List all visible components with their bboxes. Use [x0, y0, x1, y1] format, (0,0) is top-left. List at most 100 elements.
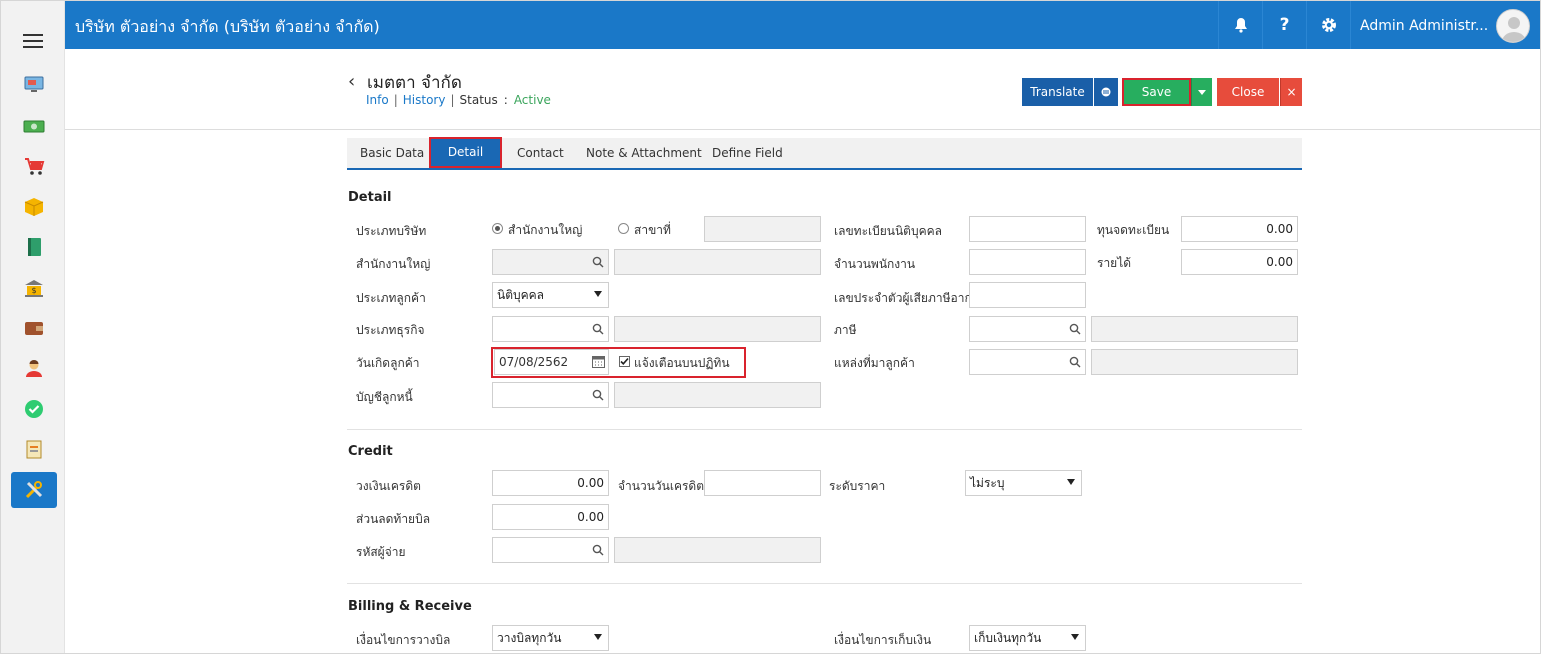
- help-button[interactable]: ?: [1262, 1, 1306, 49]
- save-dropdown-button[interactable]: [1191, 78, 1212, 106]
- caret-down-icon: [1198, 89, 1206, 95]
- search-icon[interactable]: [592, 323, 604, 335]
- customer-type-value: นิติบุคคล: [497, 288, 545, 302]
- status-colon: :: [503, 93, 508, 107]
- status-label: Status: [459, 93, 498, 107]
- price-level-select[interactable]: ไม่ระบุ: [965, 470, 1082, 496]
- sidebar-item-settings[interactable]: [11, 472, 57, 508]
- info-link[interactable]: Info: [366, 93, 389, 107]
- tax-input[interactable]: [969, 316, 1086, 342]
- save-button[interactable]: Save: [1122, 78, 1191, 106]
- tab-define-field[interactable]: Define Field: [712, 138, 783, 168]
- back-icon[interactable]: ‹: [348, 71, 355, 92]
- top-bar: บริษัท ตัวอย่าง จำกัด (บริษัท ตัวอย่าง จ…: [65, 1, 1540, 49]
- tab-note-attachment[interactable]: Note & Attachment: [586, 138, 702, 168]
- tab-bar: Basic Data Detail Contact Note & Attachm…: [347, 137, 1302, 170]
- business-type-label: ประเภทธุรกิจ: [356, 323, 425, 337]
- source-name-field: [1091, 349, 1298, 375]
- head-office-label: สำนักงานใหญ่: [356, 257, 431, 271]
- history-link[interactable]: History: [403, 93, 446, 107]
- globe-icon: [1101, 87, 1111, 97]
- head-office-radio-label: สำนักงานใหญ่: [508, 223, 583, 237]
- avatar[interactable]: [1496, 9, 1530, 43]
- dropdown-arrow-icon: [1067, 479, 1075, 485]
- billing-section-title: Billing & Receive: [348, 599, 472, 614]
- status-badge: Active: [513, 93, 551, 107]
- document-icon[interactable]: [23, 438, 45, 460]
- employees-input[interactable]: [969, 249, 1086, 275]
- price-level-label: ระดับราคา: [829, 479, 886, 493]
- tax-name-field: [1091, 316, 1298, 342]
- wallet-icon[interactable]: [23, 317, 45, 339]
- user-menu[interactable]: Admin Administr...: [1350, 1, 1540, 49]
- branch-radio[interactable]: [618, 223, 629, 234]
- capital-label: ทุนจดทะเบียน: [1097, 223, 1170, 237]
- credit-section-title: Credit: [348, 444, 393, 459]
- tab-basic-data[interactable]: Basic Data: [360, 138, 424, 168]
- page-meta: Info | History | Status: Active: [366, 93, 551, 107]
- search-icon[interactable]: [1069, 323, 1081, 335]
- birthday-input[interactable]: 07/08/2562: [494, 349, 609, 375]
- close-x-button[interactable]: ×: [1280, 78, 1302, 106]
- money-icon[interactable]: [23, 115, 45, 137]
- business-type-input[interactable]: [492, 316, 609, 342]
- bank-icon[interactable]: $: [23, 277, 45, 299]
- credit-days-input[interactable]: [704, 470, 821, 496]
- income-input[interactable]: 0.00: [1181, 249, 1298, 275]
- search-icon[interactable]: [592, 544, 604, 556]
- close-button[interactable]: Close: [1217, 78, 1279, 106]
- billing-cond-select[interactable]: วางบิลทุกวัน: [492, 625, 609, 651]
- divider: [347, 429, 1302, 430]
- calendar-notify-checkbox[interactable]: [619, 356, 630, 367]
- business-type-name-field: [614, 316, 821, 342]
- person-icon[interactable]: [23, 357, 45, 379]
- search-icon[interactable]: [1069, 356, 1081, 368]
- birthday-value: 07/08/2562: [499, 355, 569, 369]
- menu-toggle-icon[interactable]: [23, 34, 43, 48]
- notification-button[interactable]: [1218, 1, 1262, 49]
- detail-section-title: Detail: [348, 190, 392, 205]
- debtor-account-name-field: [614, 382, 821, 408]
- box-icon[interactable]: [23, 196, 45, 218]
- customer-type-select[interactable]: นิติบุคคล: [492, 282, 609, 308]
- translate-button[interactable]: Translate: [1022, 78, 1093, 106]
- tab-detail[interactable]: Detail: [429, 137, 502, 168]
- reg-no-input[interactable]: [969, 216, 1086, 242]
- book-icon[interactable]: [23, 236, 45, 258]
- source-input[interactable]: [969, 349, 1086, 375]
- dropdown-arrow-icon: [1071, 634, 1079, 640]
- language-dropdown-button[interactable]: [1094, 78, 1118, 106]
- tax-id-label: เลขประจำตัวผู้เสียภาษีอากร: [834, 291, 979, 305]
- left-sidebar: $: [1, 1, 65, 653]
- check-icon[interactable]: [23, 398, 45, 420]
- search-icon[interactable]: [592, 256, 604, 268]
- monitor-icon[interactable]: [23, 73, 45, 95]
- user-name: Admin Administr...: [1360, 18, 1489, 34]
- debtor-account-input[interactable]: [492, 382, 609, 408]
- head-office-radio[interactable]: [492, 223, 503, 234]
- user-avatar-icon: [1502, 17, 1526, 42]
- tools-icon: [25, 481, 43, 499]
- bell-icon: [1234, 18, 1247, 33]
- payer-code-input[interactable]: [492, 537, 609, 563]
- capital-input[interactable]: 0.00: [1181, 216, 1298, 242]
- branch-radio-label: สาขาที่: [634, 223, 671, 237]
- cart-icon[interactable]: [23, 155, 45, 177]
- tax-id-input[interactable]: [969, 282, 1086, 308]
- income-label: รายได้: [1097, 256, 1132, 270]
- close-label: Close: [1231, 85, 1265, 99]
- credit-limit-input[interactable]: 0.00: [492, 470, 609, 496]
- head-office-input: [492, 249, 609, 275]
- birthday-label: วันเกิดลูกค้า: [356, 356, 420, 370]
- tax-label: ภาษี: [834, 323, 857, 337]
- discount-input[interactable]: 0.00: [492, 504, 609, 530]
- collect-cond-label: เงื่อนไขการเก็บเงิน: [834, 633, 932, 647]
- settings-button[interactable]: [1306, 1, 1350, 49]
- customer-type-label: ประเภทลูกค้า: [356, 291, 426, 305]
- search-icon[interactable]: [592, 389, 604, 401]
- calendar-icon[interactable]: [592, 355, 605, 368]
- save-label: Save: [1141, 85, 1172, 99]
- company-type-label: ประเภทบริษัท: [356, 224, 427, 238]
- collect-cond-select[interactable]: เก็บเงินทุกวัน: [969, 625, 1086, 651]
- tab-contact[interactable]: Contact: [517, 138, 564, 168]
